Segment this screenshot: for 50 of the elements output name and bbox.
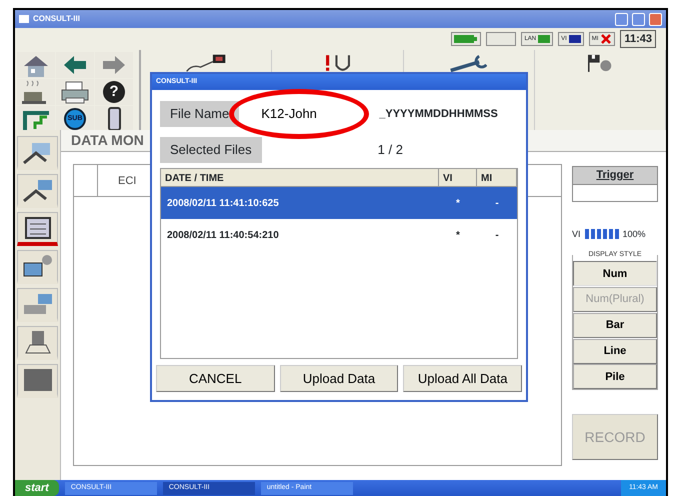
stethoscope-icon [324, 54, 350, 72]
sidebar-button[interactable] [17, 212, 58, 246]
column-header: ECI [117, 174, 136, 189]
sidebar-button[interactable] [17, 136, 58, 170]
toolbar-button[interactable] [17, 106, 55, 132]
column-header: MI [477, 169, 517, 186]
blank-indicator [486, 32, 516, 46]
field-label: Selected Files [160, 137, 262, 163]
display-style-button[interactable]: Line [573, 338, 657, 364]
sidebar-button[interactable] [17, 364, 58, 398]
minimize-button[interactable] [615, 12, 628, 26]
clock: 11:43 [620, 30, 656, 48]
table-row[interactable]: 2008/02/11 11:40:54:210 * - [161, 219, 517, 251]
window-icon [19, 15, 29, 23]
start-button[interactable]: start [15, 480, 59, 496]
help-icon: ? [103, 81, 125, 103]
dialog-button[interactable]: Upload All Data [403, 365, 522, 392]
vi-label: VI [572, 228, 581, 240]
maximize-button[interactable] [632, 12, 645, 26]
level-meter [584, 229, 619, 240]
table-row[interactable]: 2008/02/11 11:41:10:625 * - [161, 187, 517, 219]
display-style-button[interactable]: Bar [573, 312, 657, 338]
flag-icon [588, 54, 612, 72]
close-button[interactable] [649, 12, 662, 26]
square-icon [22, 366, 54, 392]
column-header: DATE / TIME [161, 169, 439, 186]
column-header: VI [439, 169, 477, 186]
status-icon [568, 34, 581, 44]
dialog-button[interactable]: CANCEL [156, 365, 275, 392]
file-count: 1 / 2 [378, 141, 403, 160]
printer-icon [60, 80, 90, 104]
sidebar-button[interactable] [17, 174, 58, 208]
error-icon [600, 34, 612, 44]
toolbar-button[interactable] [95, 106, 133, 132]
dialog-button[interactable]: Upload Data [280, 365, 398, 392]
window-title: CONSULT-III [33, 13, 81, 25]
toolbar-button[interactable] [56, 79, 94, 105]
wrench-icon [450, 54, 488, 72]
display-style-button[interactable]: Pile [573, 364, 657, 390]
toolbar-button[interactable]: ? [95, 79, 133, 105]
toolbar-button[interactable] [17, 79, 55, 105]
display-style-button[interactable]: Num [573, 261, 657, 286]
field-label: File Name [160, 101, 240, 127]
sidebar-button[interactable] [17, 250, 58, 284]
sidebar-button[interactable] [17, 326, 58, 360]
battery-icon [454, 34, 478, 44]
status-icon [538, 34, 550, 44]
vi-reading: 100% [622, 228, 646, 240]
toolbar-button[interactable] [56, 52, 94, 78]
trigger-label: Trigger [573, 167, 657, 184]
